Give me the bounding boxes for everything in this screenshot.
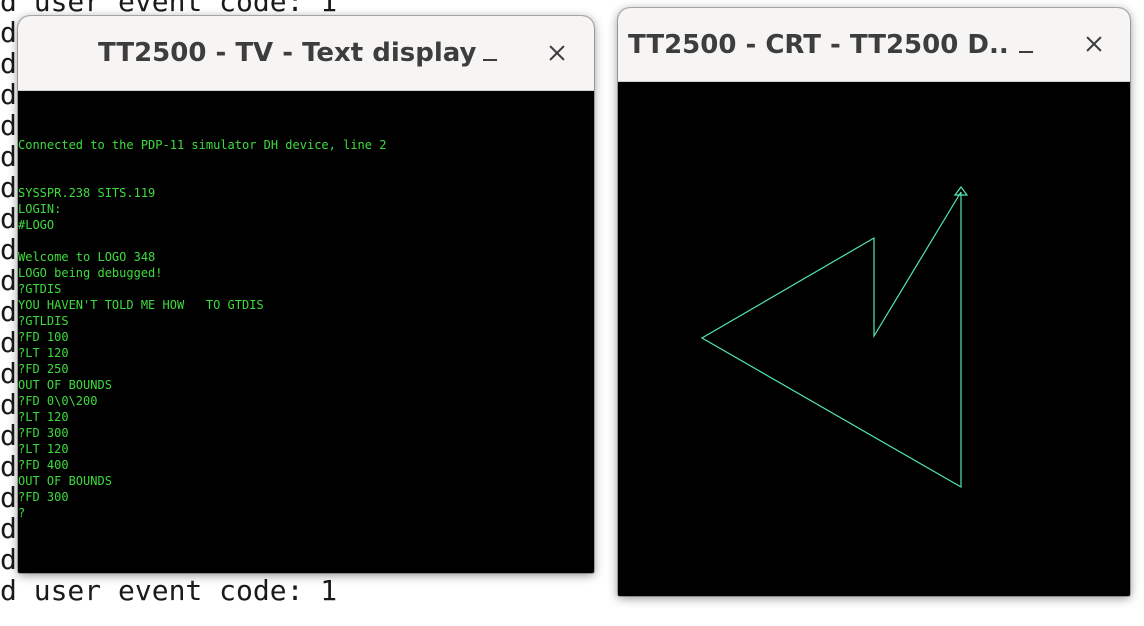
tv-text-line [18,153,594,169]
turtle-path [700,191,962,489]
tv-text-line: ?LT 120 [18,410,69,424]
tv-text-line: ?LT 120 [18,442,69,456]
minimize-icon [483,59,497,61]
tv-text-line: ?FD 0\0\200 [18,394,98,408]
tv-text-line: OUT OF BOUNDS [18,378,112,392]
close-icon [548,44,566,62]
tv-text-line: ?FD 100 [18,330,69,344]
crt-close-button[interactable] [1077,27,1111,61]
crt-screen[interactable] [618,82,1130,596]
tv-minimize-button[interactable] [473,38,507,72]
tv-text-line: ?FD 300 [18,490,69,504]
tv-text-display-window[interactable]: TT2500 - TV - Text display Connected to … [18,16,594,573]
tv-text-line: ?FD 400 [18,458,69,472]
crt-vector-canvas [700,186,969,489]
tv-text-line: LOGO being debugged! [18,266,163,280]
tv-window-title: TT2500 - TV - Text display [98,38,477,68]
tv-text-line: SYSSPR.238 SITS.119 [18,186,156,200]
tv-close-button[interactable] [540,36,574,70]
tv-text-line: YOU HAVEN'T TOLD ME HOW TO GTDIS [18,298,264,312]
minimize-icon [1019,51,1033,53]
tv-text-line: ?GTLDIS [18,314,69,328]
tv-text-line: ?FD 250 [18,362,69,376]
crt-window-title: TT2500 - CRT - TT2500 D... [628,30,1008,60]
close-icon [1085,35,1103,53]
crt-minimize-button[interactable] [1009,30,1043,64]
crt-window-titlebar[interactable]: TT2500 - CRT - TT2500 D... [618,8,1130,82]
crt-display-window[interactable]: TT2500 - CRT - TT2500 D... [618,8,1130,596]
tv-text-line [18,169,594,185]
tv-text-output: Connected to the PDP-11 simulator DH dev… [18,91,594,521]
tv-text-line: #LOGO [18,218,55,232]
tv-text-line: ?FD 300 [18,426,69,440]
tv-screen[interactable]: Connected to the PDP-11 simulator DH dev… [18,91,594,573]
tv-text-line [18,121,594,137]
tv-text-line [18,233,594,249]
tv-text-line: ?GTDIS [18,282,62,296]
tv-text-line: OUT OF BOUNDS [18,474,112,488]
tv-text-line: Welcome to LOGO 348 [18,250,156,264]
tv-text-line: Connected to the PDP-11 simulator DH dev… [18,138,387,152]
tv-text-line: ?LT 120 [18,346,69,360]
tv-text-line: LOGIN: [18,202,62,216]
tv-text-line: ? [18,506,26,520]
tv-window-titlebar[interactable]: TT2500 - TV - Text display [18,16,594,91]
